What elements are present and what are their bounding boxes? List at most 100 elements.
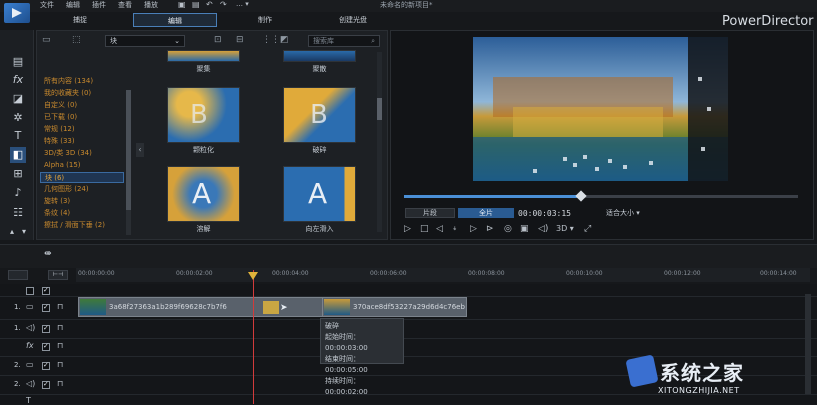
category-item[interactable]: 常规 (12)	[40, 124, 124, 135]
menu-edit[interactable]: 编辑	[66, 0, 80, 10]
fit-timeline-icon[interactable]: ⊢⊣	[48, 270, 68, 280]
menu-plugins[interactable]: 插件	[92, 0, 106, 10]
collapse-up-icon[interactable]: ▴	[8, 224, 16, 240]
thumb-size-icon[interactable]: ◩	[280, 35, 289, 45]
track-divider	[0, 319, 817, 320]
clip-thumbnail	[80, 299, 106, 315]
category-item[interactable]: 特殊 (33)	[40, 136, 124, 147]
add-icon[interactable]: ⊡	[214, 35, 222, 45]
tab-create-disc[interactable]: 创建光盘	[318, 13, 388, 27]
ruler-tick: 00:00:06:00	[370, 270, 407, 277]
3d-mode-select[interactable]: 3D ▾	[556, 224, 574, 233]
split-icon[interactable]: ⇼	[44, 249, 52, 259]
snapshot-icon[interactable]: ◎	[504, 224, 512, 234]
category-item[interactable]: 自定义 (0)	[40, 100, 124, 111]
category-item[interactable]: 擦拭 / 滑面下垂 (2)	[40, 220, 124, 230]
seek-progress	[404, 195, 580, 198]
more-tools[interactable]: … ▾	[236, 0, 249, 8]
timecode-display[interactable]: 00:00:03:15	[518, 209, 571, 218]
lock-icon[interactable]: ⊓	[57, 360, 63, 369]
particle-room-icon[interactable]: ✲	[10, 110, 26, 126]
thumb-dissolve[interactable]: A	[167, 166, 240, 222]
grid-view-icon[interactable]: ⋮⋮	[262, 35, 280, 45]
thumb-granulate[interactable]: B	[167, 87, 240, 143]
playhead-line[interactable]	[253, 270, 254, 404]
volume-icon[interactable]: ◁)	[538, 224, 548, 234]
save-icon[interactable]: ▤	[192, 0, 200, 9]
category-item[interactable]: 条纹 (4)	[40, 208, 124, 219]
mark-in-icon[interactable]: ⍖	[452, 224, 457, 234]
favorite-icon[interactable]: ⊟	[236, 35, 244, 45]
thumb-label: 溶解	[196, 225, 211, 233]
audio-mix-icon[interactable]: ⊞	[10, 166, 26, 182]
clip-mode-button[interactable]: 片段	[405, 208, 455, 218]
pip-room-icon[interactable]: ◪	[10, 91, 26, 107]
menu-playback[interactable]: 播放	[144, 0, 158, 10]
lock-icon[interactable]: ⊓	[57, 341, 63, 350]
category-select[interactable]: 块 ⌄	[105, 35, 185, 47]
library-scrollbar[interactable]	[377, 52, 382, 232]
fullscreen-icon[interactable]: ⤢	[584, 224, 591, 234]
category-item-selected[interactable]: 块 (6)	[40, 172, 124, 183]
audio-track-1-checkbox[interactable]	[42, 324, 50, 333]
transition-room-icon[interactable]: ◧	[10, 147, 26, 163]
category-item[interactable]: Alpha (15)	[40, 160, 124, 171]
category-item[interactable]: 已下载 (0)	[40, 112, 124, 123]
menu-file[interactable]: 文件	[40, 0, 54, 10]
tab-edit[interactable]: 编辑	[133, 13, 217, 27]
all-tracks-enabled-checkbox[interactable]	[42, 286, 50, 295]
chapter-room-icon[interactable]: ☷	[10, 205, 26, 221]
fx-room-icon[interactable]: fx	[10, 72, 26, 88]
media-room-icon[interactable]: ▤	[10, 54, 26, 70]
folder-icon[interactable]: ▣	[178, 0, 186, 9]
thumb-label: 破碎	[312, 146, 327, 154]
fx-track-checkbox[interactable]	[42, 342, 50, 351]
lock-icon[interactable]: ⊓	[57, 379, 63, 388]
movie-mode-button[interactable]: 全片	[458, 208, 514, 218]
voiceover-icon[interactable]: ♪	[10, 185, 26, 201]
thumb-label: 向左滑入	[305, 225, 334, 233]
track-manager-icon[interactable]	[8, 270, 28, 280]
tab-capture[interactable]: 捕捉	[45, 13, 115, 27]
collapse-panel-icon[interactable]: ‹	[136, 143, 144, 157]
thumb-slide-left[interactable]: A	[283, 166, 356, 222]
category-item[interactable]: 我的收藏夹 (0)	[40, 88, 124, 99]
library-search-input[interactable]: 搜索库 ⌕	[308, 35, 380, 47]
all-tracks-checkbox[interactable]	[26, 287, 34, 295]
plugin-icon[interactable]: ⬚	[72, 35, 81, 45]
video-clip[interactable]: 370ace8df53227a29d6d4c76ebac	[322, 297, 467, 317]
zoom-fit-select[interactable]: 适合大小 ▾	[606, 208, 640, 218]
menu-view[interactable]: 查看	[118, 0, 132, 10]
category-item[interactable]: 所有内容 (134)	[40, 76, 124, 87]
title-room-icon[interactable]: T	[10, 128, 26, 144]
category-item[interactable]: 几何图形 (24)	[40, 184, 124, 195]
category-scroll-thumb[interactable]	[126, 90, 131, 210]
redo-icon[interactable]: ↷	[220, 0, 227, 9]
lock-icon[interactable]: ⊓	[57, 323, 63, 332]
category-item[interactable]: 旋转 (3)	[40, 196, 124, 207]
search-icon[interactable]: ⌕	[371, 36, 375, 46]
audio-track-2-checkbox[interactable]	[42, 380, 50, 389]
undock-icon[interactable]: ▣	[520, 224, 529, 234]
lock-icon[interactable]: ⊓	[57, 302, 63, 311]
thumb-gather[interactable]	[167, 50, 240, 62]
thumb-scatter[interactable]	[283, 50, 356, 62]
category-item[interactable]: 3D/类 3D (34)	[40, 148, 124, 159]
audio-track-1-label: 1.	[14, 324, 21, 332]
video-track-2-checkbox[interactable]	[42, 361, 50, 370]
undo-icon[interactable]: ↶	[206, 0, 213, 9]
collapse-down-icon[interactable]: ▾	[20, 224, 28, 240]
timeline-scrollbar[interactable]	[805, 294, 811, 394]
library-scroll-thumb[interactable]	[377, 98, 382, 120]
stop-icon[interactable]: □	[420, 224, 429, 234]
thumb-shatter[interactable]: B	[283, 87, 356, 143]
video-track-1-checkbox[interactable]	[42, 303, 50, 312]
category-select-value: 块	[110, 37, 117, 45]
transition-marker[interactable]	[263, 301, 279, 314]
import-icon[interactable]: ▭	[42, 35, 51, 45]
prev-frame-icon[interactable]: ◁	[436, 224, 443, 234]
tab-produce[interactable]: 制作	[230, 13, 300, 27]
fast-forward-icon[interactable]: ⊳	[486, 224, 494, 234]
play-icon[interactable]: ▷	[404, 224, 411, 234]
next-frame-icon[interactable]: ▷	[470, 224, 477, 234]
